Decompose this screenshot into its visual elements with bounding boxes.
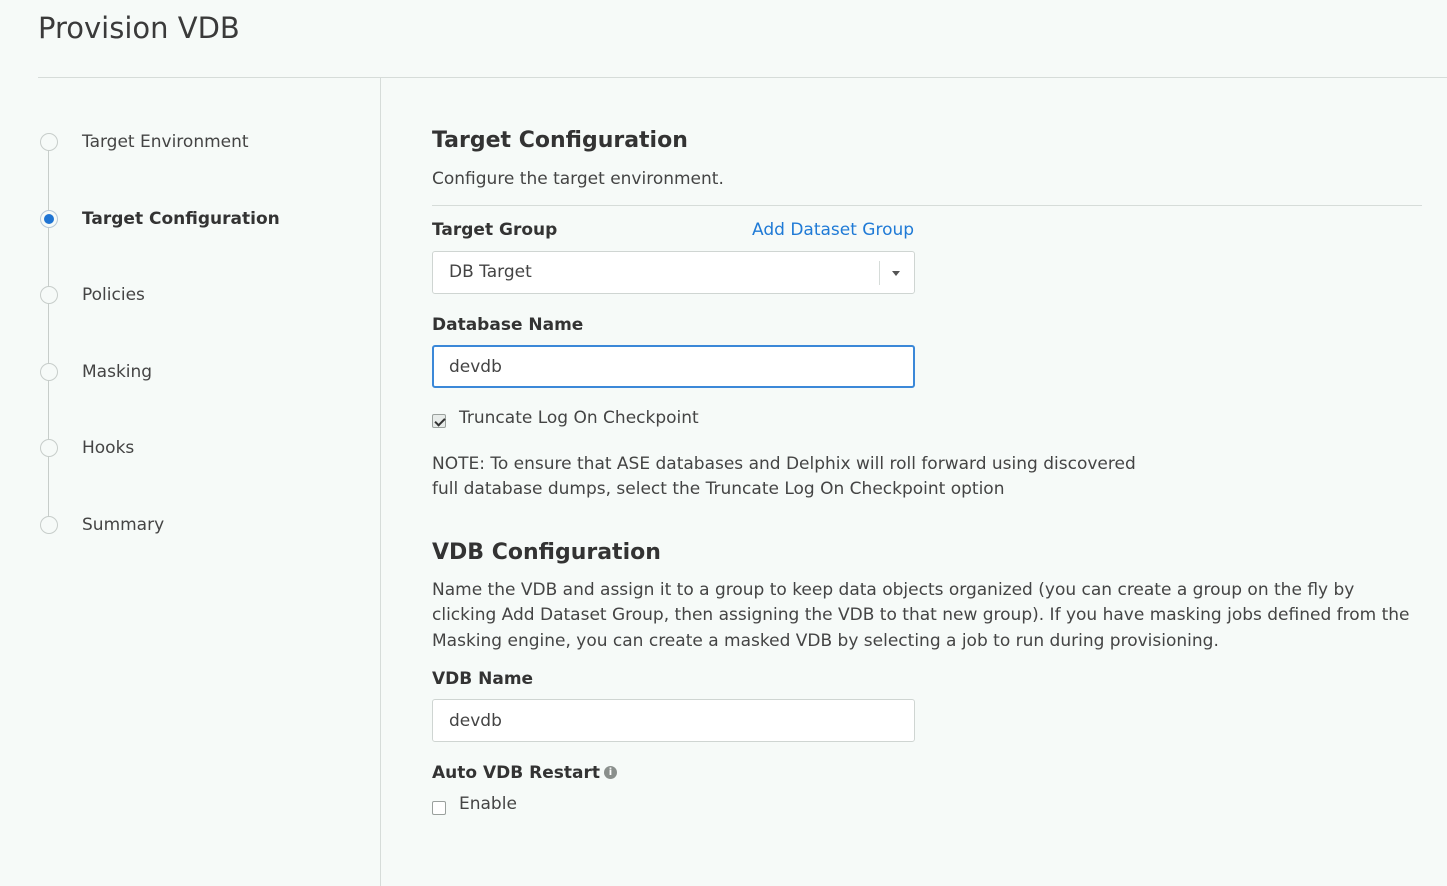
step-label: Summary: [82, 515, 165, 535]
step-indicator-icon: [40, 133, 58, 151]
info-icon[interactable]: i: [603, 765, 617, 779]
target-group-value: DB Target: [449, 262, 532, 282]
vdb-description-line-1: Name the VDB and assign it to a group to…: [432, 580, 1355, 600]
target-configuration-heading: Target Configuration: [432, 128, 688, 153]
step-label: Masking: [82, 362, 153, 382]
truncate-log-label[interactable]: Truncate Log On Checkpoint: [459, 408, 699, 428]
step-label: Target Environment: [82, 132, 249, 152]
sidebar-divider: [380, 78, 381, 886]
database-name-label: Database Name: [432, 315, 584, 335]
enable-checkbox[interactable]: [432, 801, 446, 815]
target-configuration-description: Configure the target environment.: [432, 169, 724, 189]
step-label: Policies: [82, 285, 145, 305]
vdb-description-line-2: clicking Add Dataset Group, then assigni…: [432, 605, 1410, 625]
vdb-description-line-3: Masking engine, you can create a masked …: [432, 631, 1219, 651]
vdb-name-input[interactable]: [432, 699, 915, 742]
note-line-2: full database dumps, select the Truncate…: [432, 479, 1005, 499]
step-indicator-icon: [40, 439, 58, 457]
enable-label[interactable]: Enable: [459, 794, 517, 814]
section-divider: [432, 205, 1422, 206]
vdb-configuration-heading: VDB Configuration: [432, 540, 661, 565]
target-group-label: Target Group: [432, 220, 558, 240]
database-name-input[interactable]: [432, 345, 915, 388]
auto-vdb-restart-label: Auto VDB Restart i: [432, 763, 617, 783]
note-line-1: NOTE: To ensure that ASE databases and D…: [432, 454, 1136, 474]
caret-down-icon[interactable]: [892, 271, 900, 276]
target-group-select[interactable]: DB Target: [432, 251, 915, 294]
step-indicator-icon: [40, 516, 58, 534]
select-divider: [879, 261, 880, 285]
step-label: Hooks: [82, 438, 135, 458]
step-indicator-icon: [40, 363, 58, 381]
step-label: Target Configuration: [82, 209, 280, 229]
step-indicator-active-icon: [40, 210, 58, 228]
step-indicator-icon: [40, 286, 58, 304]
vdb-name-label: VDB Name: [432, 669, 534, 689]
add-dataset-group-link[interactable]: Add Dataset Group: [752, 220, 914, 240]
auto-vdb-restart-text: Auto VDB Restart: [432, 763, 600, 783]
wizard-steps: Target Environment Target Configuration …: [38, 0, 368, 600]
truncate-log-checkbox[interactable]: [432, 414, 446, 428]
